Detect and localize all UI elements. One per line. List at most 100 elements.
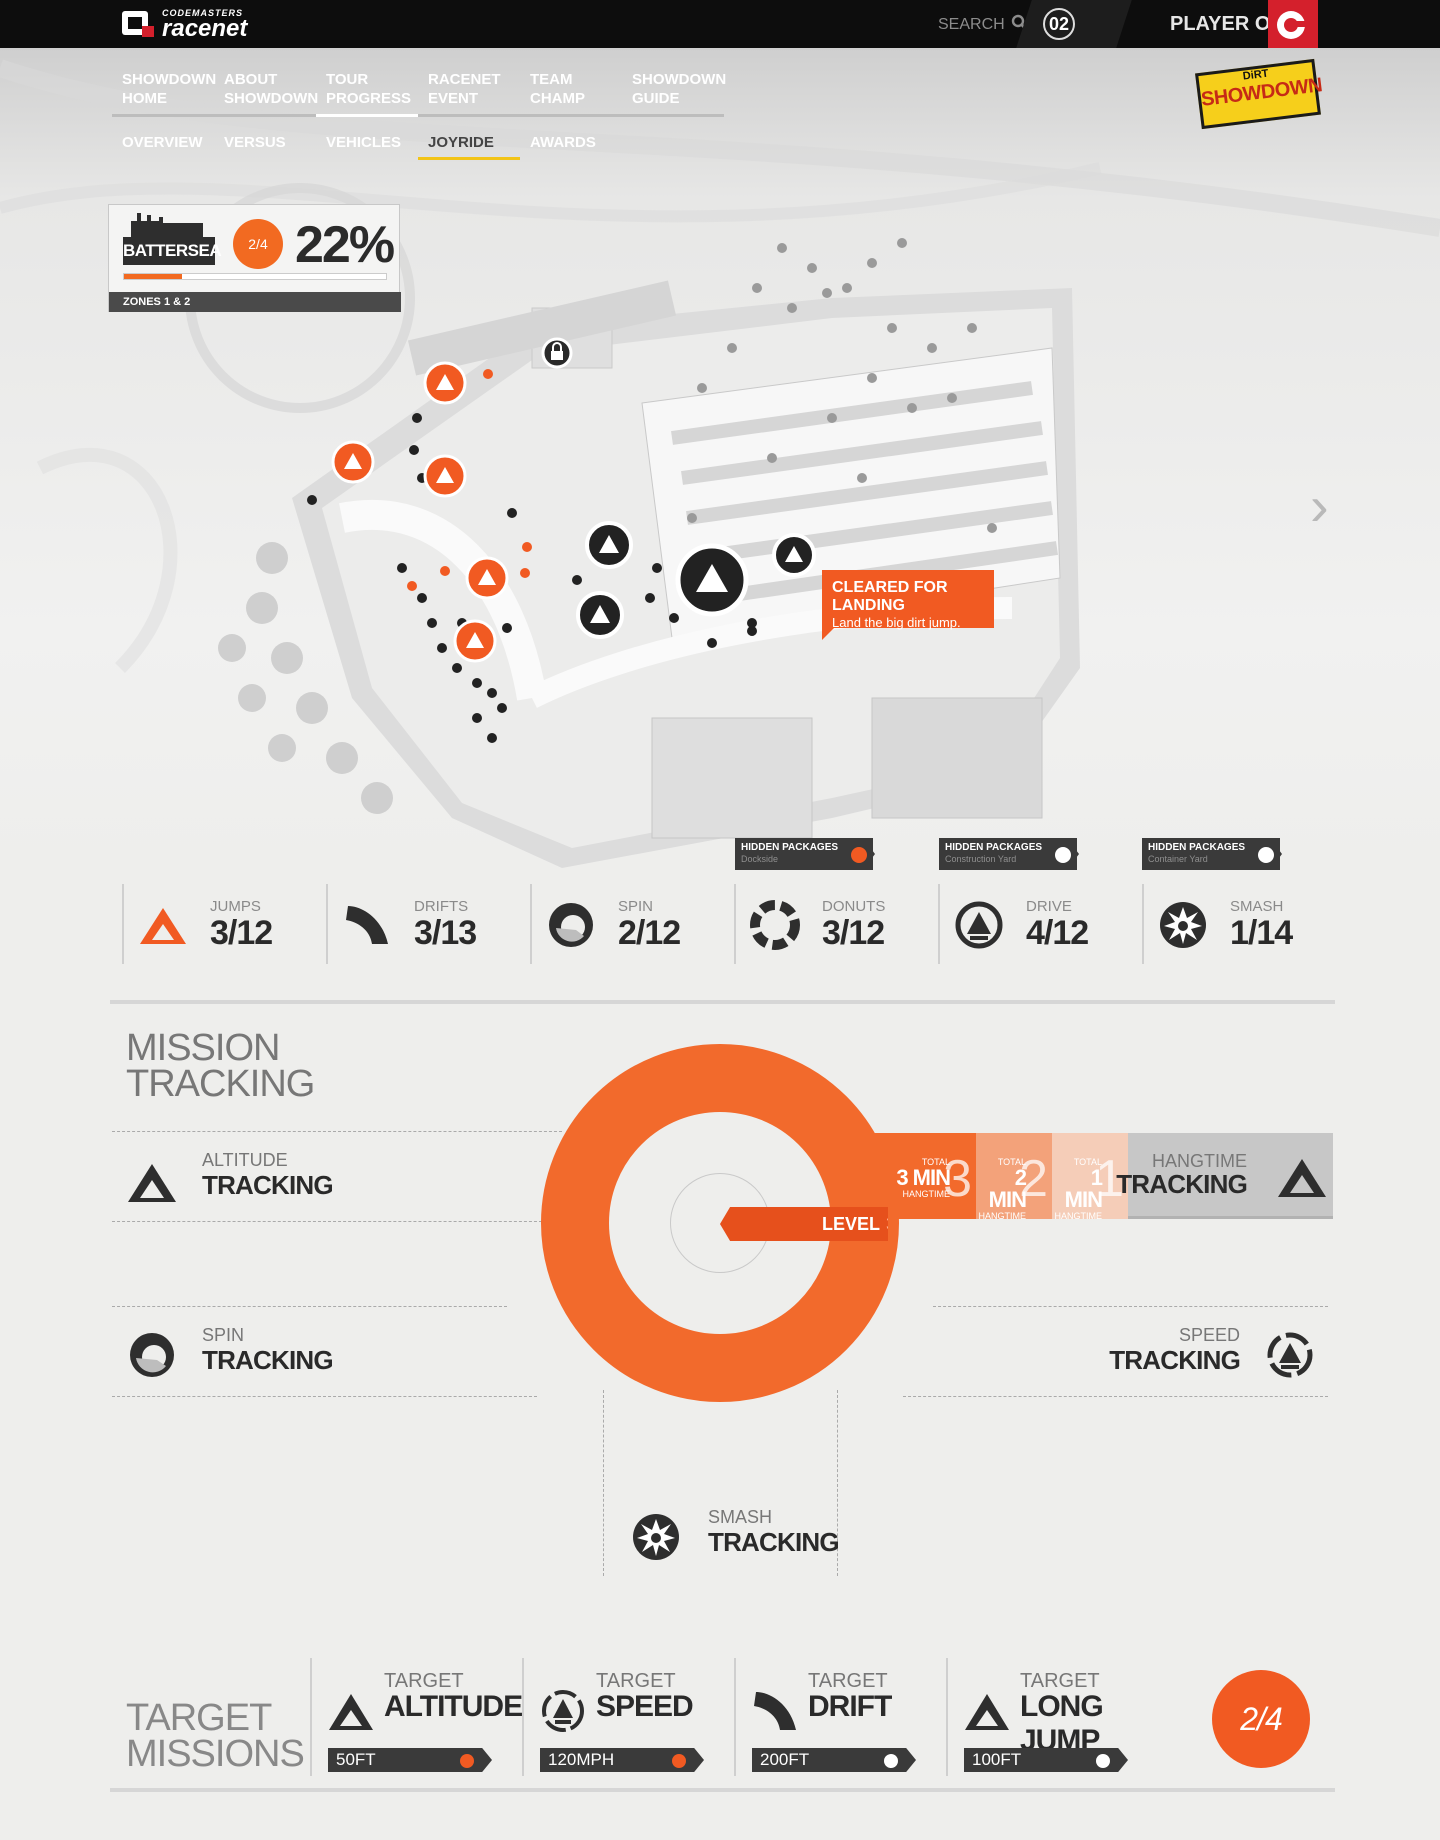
search-label: SEARCH — [938, 16, 1005, 33]
smash-icon — [633, 1514, 679, 1560]
jump-icon — [329, 1694, 373, 1730]
target-title-line1: TARGET — [126, 1697, 272, 1739]
stat-drifts: DRIFTS 3/13 — [326, 884, 526, 964]
subnav-overview[interactable]: OVERVIEW — [112, 134, 214, 160]
jump-marker[interactable] — [423, 361, 467, 405]
subnav-awards[interactable]: AWARDS — [520, 134, 622, 160]
primary-nav: SHOWDOWN HOME ABOUT SHOWDOWN TOUR PROGRE… — [112, 70, 726, 117]
location-zones: ZONES 1 & 2 — [109, 292, 401, 312]
spin-icon — [549, 903, 593, 947]
level-indicator: LEVEL 3 — [720, 1207, 888, 1241]
top-bar: CODEMASTERS racenet SEARCH 02 PLAYER ONE — [0, 0, 1440, 48]
nav-label-line1: SHOWDOWN — [122, 71, 217, 88]
search-button[interactable]: SEARCH — [938, 14, 1028, 36]
target-altitude[interactable]: TARGET ALTITUDE 50FT — [310, 1658, 523, 1776]
guide-line — [112, 1396, 537, 1397]
hangtime-level-number: 2 — [1019, 1150, 1048, 1208]
hangtime-time: 3 MIN — [896, 1165, 951, 1190]
donut-icon — [750, 900, 800, 950]
subnav-vehicles[interactable]: VEHICLES — [316, 134, 418, 160]
subnav-versus[interactable]: VERSUS — [214, 134, 316, 160]
nav-label-line2: GUIDE — [632, 90, 680, 107]
hangtime-level-2[interactable]: TOTAL 2 MIN HANGTIME 2 — [976, 1133, 1052, 1221]
section-divider — [110, 1000, 1335, 1004]
stat-value: 2/12 — [618, 914, 681, 952]
hidden-package-construction-yard[interactable]: HIDDEN PACKAGES Construction Yard — [939, 838, 1089, 870]
target-name: DRIFT — [808, 1690, 892, 1723]
guide-line — [112, 1131, 562, 1132]
tracking-sub: SMASH — [708, 1507, 773, 1527]
drift-icon — [346, 906, 388, 944]
stat-label: DRIVE — [1026, 898, 1072, 915]
hangtime-caption: HANGTIME — [902, 1189, 950, 1199]
nav-label-line1: RACENET — [428, 71, 501, 88]
nav-team-champ[interactable]: TEAM CHAMP — [520, 70, 622, 117]
player-avatar[interactable] — [1268, 0, 1318, 48]
smash-icon — [1160, 902, 1206, 948]
nav-showdown-guide[interactable]: SHOWDOWN GUIDE — [622, 70, 726, 117]
location-progress-fill — [124, 274, 182, 279]
tracking-main: TRACKING — [202, 1170, 334, 1200]
nav-racenet-event[interactable]: RACENET EVENT — [418, 70, 520, 117]
subnav-joyride[interactable]: JOYRIDE — [418, 134, 520, 160]
callout-title: CLEARED FOR LANDING — [832, 579, 948, 614]
hangtime-level-number: 3 — [943, 1150, 972, 1208]
package-found-indicator — [851, 847, 867, 863]
hangtime-caption: HANGTIME — [978, 1211, 1026, 1221]
hangtime-caption: HANGTIME — [1054, 1211, 1102, 1221]
hangtime-tracking[interactable]: HANGTIME TRACKING — [1116, 1133, 1333, 1219]
target-complete-indicator — [672, 1754, 686, 1768]
package-missing-indicator — [1055, 847, 1071, 863]
nav-label-line1: TOUR — [326, 71, 369, 88]
brand-name: racenet — [162, 15, 248, 42]
nav-about-showdown[interactable]: ABOUT SHOWDOWN — [214, 70, 319, 117]
target-name: SPEED — [596, 1690, 694, 1723]
hangtime-level-3[interactable]: TOTAL 3 MIN HANGTIME 3 — [872, 1133, 976, 1219]
stat-smash: SMASH 1/14 — [1142, 884, 1342, 964]
stat-jumps: JUMPS 3/12 — [122, 884, 322, 964]
target-long-jump[interactable]: TARGET LONG JUMP 100FT — [946, 1658, 1146, 1776]
target-incomplete-indicator — [884, 1754, 898, 1768]
chevron-right-icon[interactable]: › — [1310, 478, 1329, 534]
stat-spin: SPIN 2/12 — [530, 884, 730, 964]
tracking-sub: SPEED — [1178, 1325, 1240, 1345]
section-divider — [110, 1788, 1335, 1792]
nav-label-line2: SHOWDOWN — [224, 90, 319, 107]
guide-line — [603, 1390, 604, 1576]
nav-tour-progress[interactable]: TOUR PROGRESS — [316, 70, 418, 117]
altitude-tracking[interactable]: ALTITUDE TRACKING — [126, 1150, 426, 1210]
target-complete-indicator — [460, 1754, 474, 1768]
nav-label-line2: EVENT — [428, 90, 479, 107]
hidden-package-container-yard[interactable]: HIDDEN PACKAGES Container Yard — [1142, 838, 1292, 870]
speed-tracking[interactable]: SPEED TRACKING — [1020, 1325, 1320, 1385]
tracking-main: TRACKING — [202, 1345, 334, 1375]
spin-icon — [130, 1333, 174, 1377]
location-percent: 22% — [295, 216, 395, 274]
tracking-main: TRACKING — [708, 1527, 840, 1557]
hidden-package-dockside[interactable]: HIDDEN PACKAGES Dockside — [735, 838, 885, 870]
spin-tracking[interactable]: SPIN TRACKING — [126, 1325, 426, 1385]
drift-icon — [754, 1692, 796, 1730]
target-drift[interactable]: TARGET DRIFT 200FT — [734, 1658, 934, 1776]
smash-tracking[interactable]: SMASH TRACKING — [630, 1507, 850, 1567]
racenet-logo[interactable]: CODEMASTERS racenet — [120, 8, 248, 42]
guide-line — [903, 1396, 1328, 1397]
nav-showdown-home[interactable]: SHOWDOWN HOME — [112, 70, 217, 117]
stat-drive: DRIVE 4/12 — [938, 884, 1138, 964]
nav-label-line2: CHAMP — [530, 90, 585, 107]
stat-value: 3/12 — [822, 914, 885, 952]
map-callout: CLEARED FOR LANDING Land the big dirt ju… — [822, 570, 994, 640]
secondary-nav: OVERVIEW VERSUS VEHICLES JOYRIDE AWARDS — [112, 134, 622, 160]
jump-icon — [1278, 1159, 1326, 1197]
target-speed[interactable]: TARGET SPEED 120MPH — [522, 1658, 722, 1776]
package-missing-indicator — [1258, 847, 1274, 863]
nav-label-line2: PROGRESS — [326, 90, 412, 107]
drive-icon — [542, 1690, 584, 1732]
stat-value: 3/12 — [210, 914, 273, 952]
tracking-main: TRACKING — [1116, 1169, 1248, 1199]
jump-icon — [128, 1164, 176, 1202]
location-progress-bar — [123, 273, 387, 280]
target-title-line2: MISSIONS — [126, 1733, 305, 1775]
stat-value: 1/14 — [1230, 914, 1293, 952]
level-badge[interactable]: 02 — [1043, 8, 1075, 40]
